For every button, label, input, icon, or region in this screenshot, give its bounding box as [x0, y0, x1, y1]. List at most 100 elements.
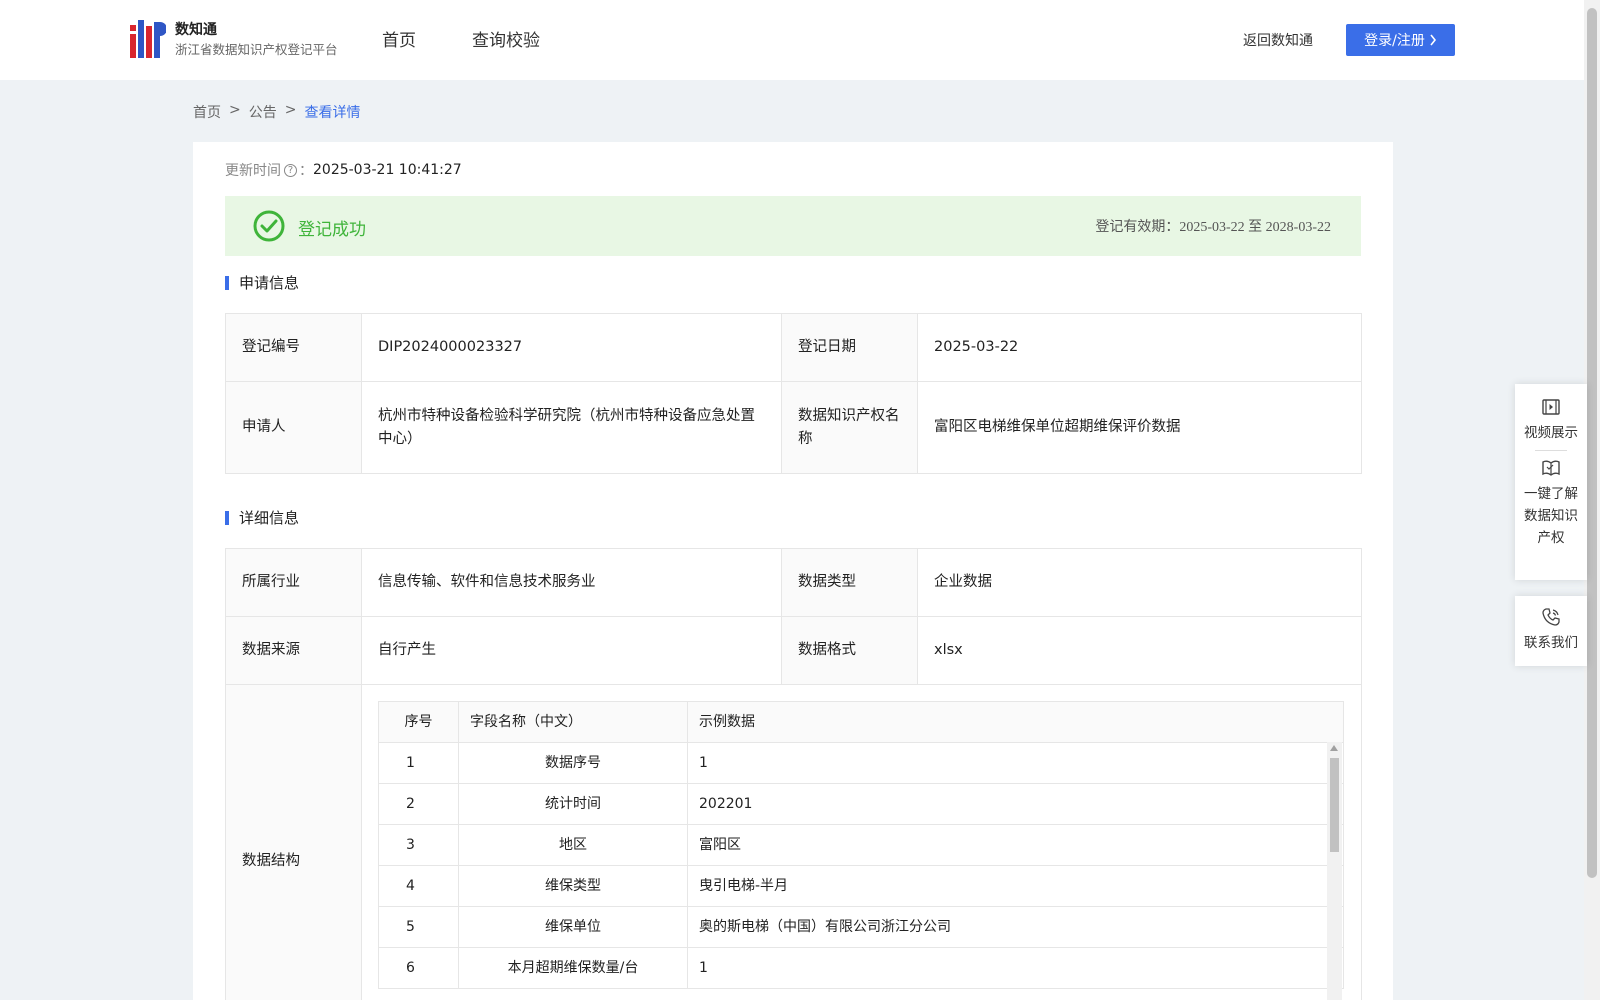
- validity-to: 2028-03-22: [1265, 220, 1331, 235]
- value-industry: 信息传输、软件和信息技术服务业: [361, 548, 782, 617]
- table-row: 2 统计时间 202201: [378, 783, 1344, 825]
- section-title-detail: 详细信息: [225, 511, 299, 526]
- phone-icon: [1542, 608, 1560, 626]
- login-register-button[interactable]: 登录/注册: [1346, 24, 1455, 56]
- structure-header-row: 序号 字段名称（中文） 示例数据: [378, 701, 1344, 743]
- cell-example: 曳引电梯-半月: [687, 865, 1344, 907]
- page-scrollbar-thumb[interactable]: [1587, 8, 1597, 878]
- header-index: 序号: [378, 701, 459, 743]
- brand-name: 数知通: [175, 22, 217, 38]
- table-row: 3 地区 富阳区: [378, 824, 1344, 866]
- breadcrumb-notice[interactable]: 公告: [249, 102, 277, 122]
- status-text: 登记成功: [298, 220, 366, 240]
- structure-cell: 序号 字段名称（中文） 示例数据 1 数据序号 1 2 统计时间 202201 …: [361, 684, 1362, 1000]
- cell-index: 2: [378, 783, 459, 825]
- nav-query[interactable]: 查询校验: [472, 26, 540, 51]
- book-icon: [1542, 460, 1560, 476]
- value-applicant: 杭州市特种设备检验科学研究院（杭州市特种设备应急处置中心）: [361, 381, 782, 474]
- chevron-right-icon: [1430, 34, 1436, 46]
- label-industry: 所属行业: [225, 548, 362, 617]
- value-reg-number: DIP2024000023327: [361, 313, 782, 382]
- cell-index: 4: [378, 865, 459, 907]
- contact-us-button[interactable]: 联系我们: [1515, 606, 1587, 654]
- contact-label: 联系我们: [1524, 635, 1578, 651]
- cell-field-name: 统计时间: [458, 783, 688, 825]
- scroll-up-arrow-icon[interactable]: [1330, 745, 1338, 751]
- label-data-structure: 数据结构: [225, 684, 362, 1000]
- back-to-shuzhitong-link[interactable]: 返回数知通: [1243, 30, 1313, 50]
- login-label: 登录/注册: [1364, 33, 1425, 49]
- cell-field-name: 本月超期维保数量/台: [458, 947, 688, 989]
- label-reg-date: 登记日期: [781, 313, 918, 382]
- update-time-value: 2025-03-21 10:41:27: [313, 162, 462, 178]
- breadcrumb-separator: >: [284, 102, 297, 118]
- cell-field-name: 维保单位: [458, 906, 688, 948]
- cell-index: 1: [378, 742, 459, 784]
- update-time-label: 更新时间: [225, 163, 281, 179]
- structure-scrollbar-thumb[interactable]: [1330, 758, 1339, 852]
- learn-label: 一键了解数据知识产权: [1524, 486, 1578, 546]
- cell-example: 1: [687, 947, 1344, 989]
- validity-from: 2025-03-22: [1179, 220, 1245, 235]
- cell-example: 202201: [687, 783, 1344, 825]
- cell-index: 3: [378, 824, 459, 866]
- value-data-format: xlsx: [917, 616, 1362, 685]
- table-row: 4 维保类型 曳引电梯-半月: [378, 865, 1344, 907]
- question-icon[interactable]: ?: [284, 163, 297, 177]
- breadcrumb-home[interactable]: 首页: [193, 102, 221, 122]
- cell-field-name: 数据序号: [458, 742, 688, 784]
- validity-label: 登记有效期：: [1095, 219, 1180, 235]
- label-reg-number: 登记编号: [225, 313, 362, 382]
- value-data-type: 企业数据: [917, 548, 1362, 617]
- brand-subtitle: 浙江省数据知识产权登记平台: [175, 42, 338, 57]
- cell-index: 6: [378, 947, 459, 989]
- header-example: 示例数据: [687, 701, 1344, 743]
- breadcrumb: 首页 > 公告 > 查看详情: [193, 102, 360, 122]
- section-title-application: 申请信息: [225, 276, 299, 291]
- update-time-row: 更新时间 ? ： 2025-03-21 10:41:27: [225, 160, 462, 180]
- top-header: 数知通 浙江省数据知识产权登记平台 首页 查询校验 返回数知通 登录/注册: [0, 0, 1584, 80]
- value-data-source: 自行产生: [361, 616, 782, 685]
- side-divider: [1535, 450, 1567, 451]
- cell-index: 5: [378, 906, 459, 948]
- check-circle-icon: [253, 210, 285, 242]
- table-row: 申请人 杭州市特种设备检验科学研究院（杭州市特种设备应急处置中心） 数据知识产权…: [225, 381, 1362, 474]
- nav-home[interactable]: 首页: [382, 26, 416, 51]
- table-row: 5 维保单位 奥的斯电梯（中国）有限公司浙江分公司: [378, 906, 1344, 948]
- label-data-format: 数据格式: [781, 616, 918, 685]
- structure-scrollbar[interactable]: [1327, 742, 1342, 1000]
- cell-example: 奥的斯电梯（中国）有限公司浙江分公司: [687, 906, 1344, 948]
- value-ip-name: 富阳区电梯维保单位超期维保评价数据: [917, 381, 1362, 474]
- main-nav: 首页 查询校验: [382, 26, 540, 51]
- side-panel-top: 视频展示 一键了解数据知识产权: [1515, 384, 1587, 580]
- cell-field-name: 维保类型: [458, 865, 688, 907]
- label-data-source: 数据来源: [225, 616, 362, 685]
- cell-field-name: 地区: [458, 824, 688, 866]
- table-row: 数据来源 自行产生 数据格式 xlsx: [225, 616, 1362, 685]
- video-icon: [1542, 399, 1560, 415]
- structure-table: 序号 字段名称（中文） 示例数据 1 数据序号 1 2 统计时间 202201 …: [378, 701, 1344, 989]
- status-banner: 登记成功 登记有效期：2025-03-22 至 2028-03-22: [225, 196, 1361, 256]
- validity-to-word: 至: [1248, 219, 1263, 235]
- detail-table: 所属行业 信息传输、软件和信息技术服务业 数据类型 企业数据 数据来源 自行产生…: [225, 548, 1362, 1000]
- learn-ip-button[interactable]: 一键了解数据知识产权: [1515, 457, 1587, 549]
- header-field-name: 字段名称（中文）: [458, 701, 688, 743]
- detail-card: 更新时间 ? ： 2025-03-21 10:41:27 登记成功 登记有效期：…: [193, 142, 1393, 1000]
- breadcrumb-separator: >: [229, 102, 241, 118]
- cell-example: 富阳区: [687, 824, 1344, 866]
- label-applicant: 申请人: [225, 381, 362, 474]
- table-row: 6 本月超期维保数量/台 1: [378, 947, 1344, 989]
- brand: 数知通 浙江省数据知识产权登记平台: [175, 20, 338, 60]
- value-reg-date: 2025-03-22: [917, 313, 1362, 382]
- video-showcase-button[interactable]: 视频展示: [1515, 396, 1587, 444]
- logo-icon[interactable]: [130, 20, 166, 58]
- table-row: 数据结构 序号 字段名称（中文） 示例数据 1 数据序号 1 2 统计时间 20…: [225, 684, 1362, 1000]
- label-data-type: 数据类型: [781, 548, 918, 617]
- table-row: 所属行业 信息传输、软件和信息技术服务业 数据类型 企业数据: [225, 548, 1362, 617]
- table-row: 1 数据序号 1: [378, 742, 1344, 784]
- cell-example: 1: [687, 742, 1344, 784]
- colon: ：: [299, 163, 313, 179]
- application-table: 登记编号 DIP2024000023327 登记日期 2025-03-22 申请…: [225, 313, 1362, 474]
- breadcrumb-current: 查看详情: [304, 105, 361, 121]
- structure-table-wrap: 序号 字段名称（中文） 示例数据 1 数据序号 1 2 统计时间 202201 …: [378, 701, 1344, 1000]
